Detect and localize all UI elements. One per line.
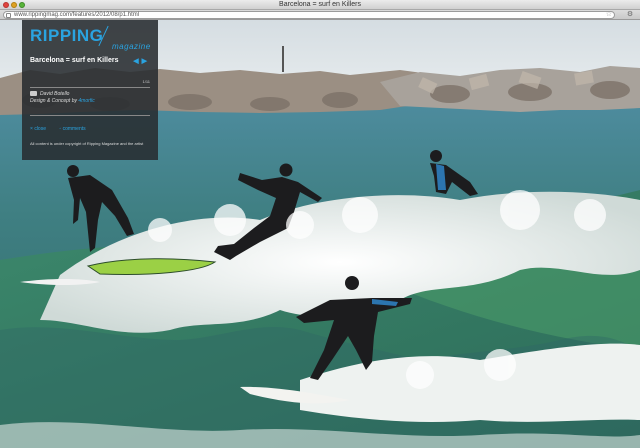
address-bar[interactable]: www.rippingmag.com/features/2012/08/p1.h… [3,11,615,19]
photo-counter: 1/11 [142,79,151,84]
article-title: Barcelona = surf en Killers [30,57,119,64]
bookmark-star-icon[interactable]: ☆ [606,11,612,18]
divider-2 [30,115,150,116]
site-icon [6,13,11,18]
photo-credit: David Botello [30,91,150,98]
article-title-row: Barcelona = surf en Killers ◀▶ [30,57,150,67]
gallery-nav: ◀▶ [133,57,150,65]
menu-wrench-icon[interactable]: ⚙ [623,11,637,19]
panel-actions: × close ◦ comments [30,126,150,133]
close-button[interactable]: × close [30,126,52,132]
comments-button[interactable]: ◦ comments [59,126,91,132]
window-title: Barcelona = surf en Killers [279,1,361,8]
design-credit-link[interactable]: 4morfic [78,98,94,104]
camera-icon [30,91,37,97]
article-info-panel: RIPPING magazine Barcelona = surf en Kil… [22,20,158,160]
next-arrow-icon[interactable]: ▶ [142,58,150,65]
close-window-icon[interactable] [3,2,9,8]
divider [30,87,150,88]
design-credit-label: Design & Concept by [30,98,77,104]
browser-window: Barcelona = surf en Killers www.rippingm… [0,0,640,448]
url-text: www.rippingmag.com/features/2012/08/p1.h… [14,12,140,18]
logo-subtitle: magazine [112,42,151,51]
comments-label: comments [62,126,86,132]
title-bar: Barcelona = surf en Killers [0,0,640,10]
minimize-window-icon[interactable] [11,2,17,8]
close-label: close [34,126,46,132]
photographer-name: David Botello [40,91,70,97]
zoom-window-icon[interactable] [19,2,25,8]
prev-arrow-icon[interactable]: ◀ [133,58,141,65]
logo-text: RIPPING [30,26,104,45]
copyright-notice: All content is under copyright of Rippin… [30,141,144,146]
design-credit: Design & Concept by 4morfic [30,98,150,105]
ripping-logo[interactable]: RIPPING magazine [30,25,150,51]
browser-toolbar: www.rippingmag.com/features/2012/08/p1.h… [0,10,640,20]
lamp-post [282,46,284,72]
